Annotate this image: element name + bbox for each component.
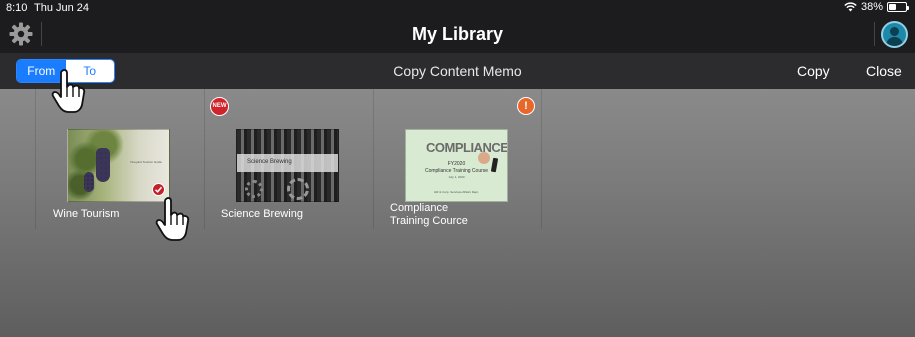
thumbnail-line: HR & Corp. Services Affairs Dept.	[434, 190, 479, 194]
library-item-thumbnail-compliance[interactable]: COMPLIANCE FY2020 Compliance Training Co…	[405, 129, 508, 202]
close-button[interactable]: Close	[866, 63, 902, 79]
column-divider	[541, 89, 542, 229]
library-item-title[interactable]: Science Brewing	[221, 208, 303, 221]
column-divider	[204, 89, 205, 229]
new-badge: NEW	[210, 97, 229, 116]
toolbar: From To Copy Content Memo Copy Close	[0, 53, 915, 89]
user-avatar-icon[interactable]	[881, 21, 908, 48]
column-divider	[35, 89, 36, 229]
page-title: My Library	[411, 24, 504, 44]
library-item-title-line: Training Cource	[390, 215, 468, 227]
status-date: Thu Jun 24	[34, 2, 90, 14]
thumbnail-line: FY2020	[447, 161, 466, 167]
wifi-icon	[844, 2, 857, 12]
library-item-title[interactable]: Wine Tourism	[53, 208, 119, 221]
column-divider	[373, 89, 374, 229]
thumbnail-line: July 1, 2020	[448, 175, 465, 179]
status-right: 38%	[844, 1, 909, 13]
battery-percent: 38%	[860, 1, 883, 13]
thumbnail-heading: COMPLIANCE	[426, 140, 508, 155]
thumbnail-caption: Vineyard Tourism Guide	[130, 160, 162, 164]
nav-divider	[874, 22, 875, 46]
library-item-title[interactable]: Compliance Training Cource	[390, 202, 468, 228]
library-item-title-line: Compliance	[390, 202, 449, 214]
battery-icon	[887, 2, 909, 12]
alert-badge: !	[517, 97, 535, 115]
thumbnail-caption: Science Brewing	[247, 159, 292, 165]
memo-title: Copy Content Memo	[393, 63, 522, 79]
status-bar: 8:10 Thu Jun 24 38%	[0, 0, 915, 16]
thumbnail-line: Compliance Training Course	[424, 168, 489, 174]
library-grid: Vineyard Tourism Guide Wine Tourism NEW …	[0, 89, 915, 337]
tap-hand-icon	[51, 69, 86, 113]
tap-hand-icon	[155, 197, 190, 241]
library-item-thumbnail-science-brewing[interactable]: Science Brewing	[236, 129, 339, 202]
copy-button[interactable]: Copy	[797, 63, 830, 79]
status-time: 8:10	[6, 2, 28, 14]
nav-bar: My Library	[0, 16, 915, 53]
